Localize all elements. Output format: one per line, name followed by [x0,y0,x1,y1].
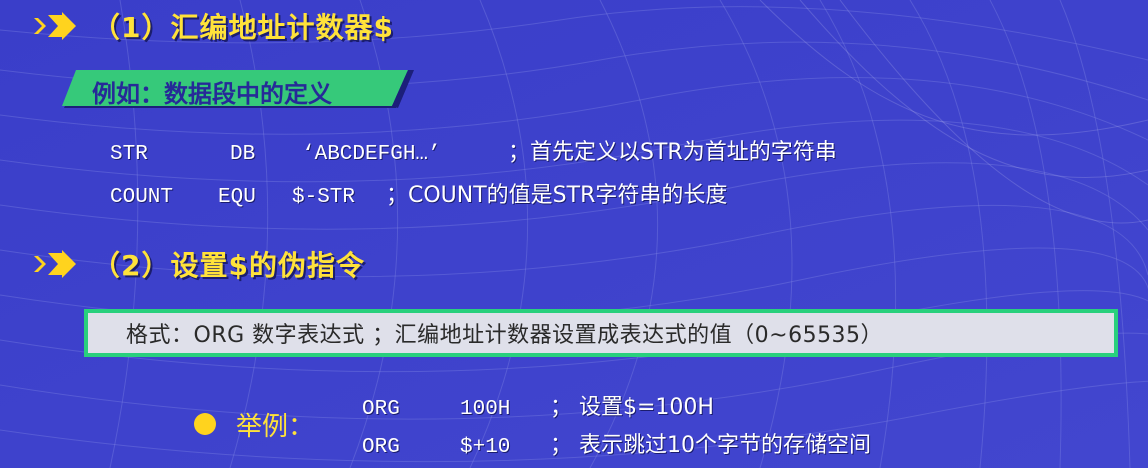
example-tag: 例如：数据段中的定义 [62,70,414,110]
section1-title: （1）汇编地址计数器$ [92,11,394,44]
format-text: 格式：ORG 数字表达式 ；汇编地址计数器设置成表达式的值（0~65535） [126,323,884,348]
section2-heading: （2）设置$的伪指令 [32,244,365,284]
code-operand: $+10 [460,436,511,459]
example-label: 举例： [236,412,315,442]
code-line-1: STR DB ‘ABCDEFGH…’ ；首先定义以STR为首址的字符串 [110,139,837,169]
code-line-2: COUNT EQU $-STR ；COUNT的值是STR字符串的长度 [110,182,727,212]
code-comment: ；COUNT的值是STR字符串的长度 [386,183,728,208]
code-comment: ；首先定义以STR为首址的字符串 [508,140,837,165]
section2-title: （2）设置$的伪指令 [92,249,365,282]
code-comment: ； 设置$=100H [550,395,714,420]
code-label: STR [110,143,148,166]
code-operand: $-STR [292,186,356,209]
code-op: ORG [362,436,400,459]
example-line-2: ORG $+10 ； 表示跳过10个字节的存储空间 [362,432,871,462]
format-box: 格式：ORG 数字表达式 ；汇编地址计数器设置成表达式的值（0~65535） [84,309,1118,357]
double-arrow-icon [34,250,76,278]
code-operand: 100H [460,398,511,421]
code-op: DB [230,143,256,166]
example-line-1: ORG 100H ； 设置$=100H [362,394,714,424]
bullet-dot-icon [194,413,216,435]
code-operand: ‘ABCDEFGH…’ [302,143,441,166]
code-op: EQU [218,186,256,209]
code-comment: ； 表示跳过10个字节的存储空间 [550,433,871,458]
example-tag-label: 例如：数据段中的定义 [92,80,332,108]
code-label: COUNT [110,186,174,209]
double-arrow-icon [34,12,76,40]
code-op: ORG [362,398,400,421]
section1-heading: （1）汇编地址计数器$ [32,6,394,46]
